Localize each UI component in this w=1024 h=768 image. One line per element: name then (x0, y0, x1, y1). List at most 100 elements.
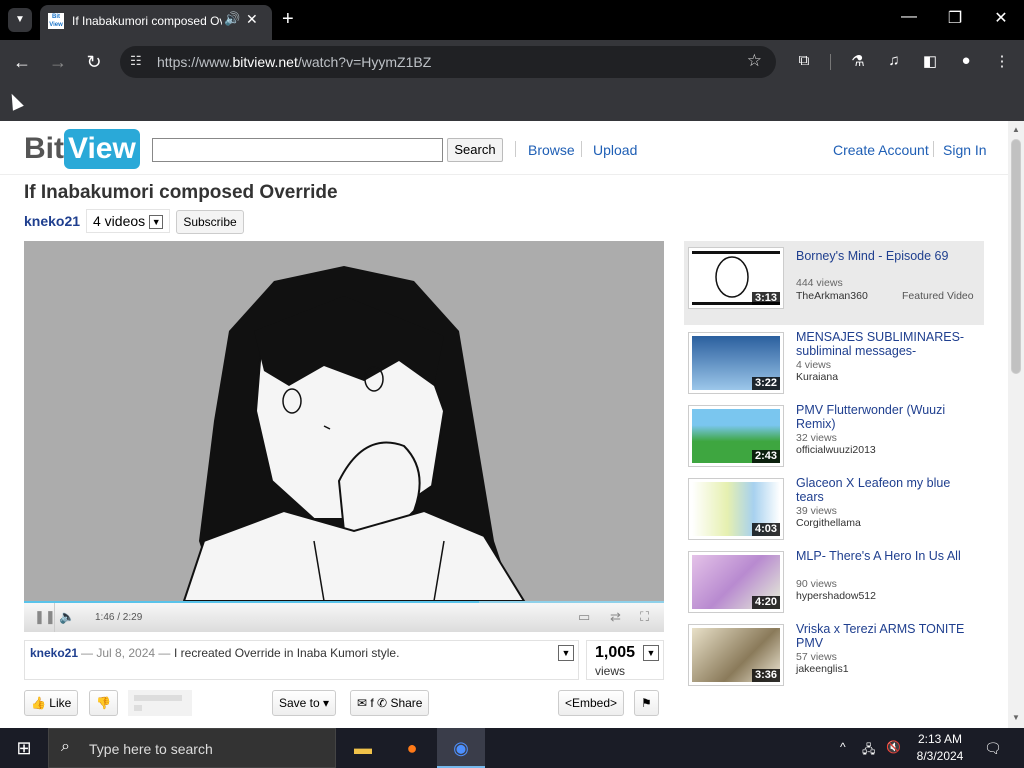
firefox-icon[interactable]: ● (388, 728, 436, 768)
related-video[interactable]: 2:43 PMV Flutterwonder (Wuuzi Remix) 32 … (684, 399, 984, 469)
maximize-icon[interactable]: ❐ (940, 8, 970, 28)
media-control-icon[interactable]: ♫ (884, 52, 904, 69)
notifications-icon[interactable]: 🗨 (984, 740, 1002, 757)
chevron-down-icon: ▼ (149, 215, 164, 230)
bitview-logo[interactable]: Bit View (24, 129, 140, 169)
minimize-icon[interactable]: — (894, 8, 924, 26)
related-video-title[interactable]: Vriska x Terezi ARMS TONITE PMV (796, 622, 978, 650)
labs-flask-icon[interactable]: ⚗ (848, 52, 868, 70)
favicon: Bit View (48, 13, 64, 29)
related-video-author[interactable]: Corgithellama (796, 517, 861, 529)
related-video-author[interactable]: Kuraiana (796, 371, 838, 383)
video-thumbnail[interactable]: 3:13 (688, 247, 784, 309)
related-video-title[interactable]: Borney's Mind - Episode 69 (796, 249, 978, 263)
windows-start-icon[interactable]: ⊞ (0, 728, 48, 768)
like-button[interactable]: 👍 Like (24, 690, 79, 716)
volume-muted-icon[interactable]: 🔇 (886, 740, 901, 754)
header-separator (581, 141, 582, 157)
related-video-title[interactable]: MLP- There's A Hero In Us All (796, 549, 978, 563)
file-explorer-icon[interactable]: ▬ (339, 728, 387, 768)
video-thumbnail[interactable]: 4:20 (688, 551, 784, 613)
search-input[interactable] (152, 138, 443, 162)
uploader-link[interactable]: kneko21 (24, 213, 80, 229)
video-description: I recreated Override in Inaba Kumori sty… (174, 646, 400, 660)
scrollbar-thumb[interactable] (1011, 139, 1021, 374)
related-video-author[interactable]: officialwuuzi2013 (796, 444, 876, 456)
profile-icon[interactable]: ● (956, 52, 976, 69)
fullscreen-icon[interactable]: ⛶ (640, 609, 649, 625)
related-video-views: 444 views (796, 277, 843, 289)
related-video-author[interactable]: hypershadow512 (796, 590, 876, 602)
video-thumbnail[interactable]: 3:36 (688, 624, 784, 686)
views-label: views (595, 664, 626, 678)
search-button[interactable]: Search (447, 138, 503, 162)
clock-date: 8/3/2024 (916, 749, 964, 763)
flag-button[interactable]: ⚑ (634, 690, 659, 716)
related-video-title[interactable]: PMV Flutterwonder (Wuuzi Remix) (796, 403, 978, 431)
resize-player-icon[interactable]: ▭ (578, 609, 590, 625)
back-icon[interactable]: ← (10, 50, 34, 74)
upload-link[interactable]: Upload (593, 142, 637, 158)
views-stats-icon[interactable]: ▼ (643, 645, 659, 661)
related-video-title[interactable]: Glaceon X Leafeon my blue tears (796, 476, 978, 504)
browser-tab[interactable]: BitView If Inabakumori composed Override… (40, 5, 272, 40)
extensions-icon[interactable]: ⧉ (794, 52, 814, 69)
video-thumbnail[interactable]: 4:03 (688, 478, 784, 540)
video-player[interactable] (24, 241, 664, 601)
related-video-views: 57 views (796, 651, 837, 663)
new-tab-icon[interactable]: + (282, 7, 294, 31)
window-close-icon[interactable]: ✕ (986, 8, 1016, 28)
reload-icon[interactable]: ↻ (82, 50, 106, 74)
embed-button[interactable]: <Embed> (558, 690, 625, 716)
chrome-icon[interactable]: ◉ (437, 728, 485, 768)
related-video-author[interactable]: TheArkman360 (796, 290, 868, 302)
expand-description-icon[interactable]: ▼ (558, 645, 574, 661)
tab-audio-icon[interactable]: 🔊 (224, 11, 240, 27)
tab-search-icon[interactable]: ▼ (8, 8, 32, 32)
windows-taskbar: ⊞ ⌕ Type here to search ▬ ● ◉ ^ 🖧 🔇 2:13… (0, 728, 1024, 768)
related-video[interactable]: 4:03 Glaceon X Leafeon my blue tears 39 … (684, 472, 984, 542)
related-video-author[interactable]: jakeenglis1 (796, 663, 849, 675)
featured-label: Featured Video (902, 290, 974, 302)
share-icon: ✉ f ✆ (357, 696, 391, 710)
address-bar[interactable]: ☷ https://www.bitview.net/watch?v=HyymZ1… (120, 46, 776, 78)
loop-icon[interactable]: ⇄ (610, 609, 621, 625)
site-info-icon[interactable]: ☷ (130, 53, 142, 69)
related-video[interactable]: 3:13 Borney's Mind - Episode 69 444 view… (684, 241, 984, 325)
related-video[interactable]: 3:22 MENSAJES SUBLIMINARES- subliminal m… (684, 326, 984, 396)
scroll-down-icon[interactable]: ▼ (1012, 713, 1020, 722)
volume-icon[interactable]: 🔈 (59, 609, 75, 625)
scroll-up-icon[interactable]: ▲ (1012, 125, 1020, 134)
tray-overflow-icon[interactable]: ^ (840, 740, 846, 754)
browse-link[interactable]: Browse (528, 142, 575, 158)
bookmark-star-icon[interactable]: ☆ (747, 51, 762, 71)
save-to-button[interactable]: Save to ▾ (272, 690, 337, 716)
related-video[interactable]: 3:36 Vriska x Terezi ARMS TONITE PMV 57 … (684, 618, 984, 688)
url-text[interactable]: https://www.bitview.net/watch?v=HyymZ1BZ (157, 54, 431, 70)
subscribe-button[interactable]: Subscribe (176, 210, 244, 234)
video-thumbnail[interactable]: 2:43 (688, 405, 784, 467)
info-uploader-link[interactable]: kneko21 (30, 646, 78, 660)
thumbs-up-icon: 👍 (31, 696, 50, 710)
player-controls: ❚❚ 🔈 1:46 / 2:29 ▭ ⇄ ⛶ (24, 601, 664, 632)
tab-close-icon[interactable]: ✕ (246, 11, 258, 28)
network-icon[interactable]: 🖧 (862, 740, 875, 761)
video-thumbnail[interactable]: 3:22 (688, 332, 784, 394)
related-video-title[interactable]: MENSAJES SUBLIMINARES- subliminal messag… (796, 330, 978, 358)
menu-dots-icon[interactable]: ⋮ (992, 52, 1012, 70)
video-duration: 3:22 (751, 377, 780, 390)
system-clock[interactable]: 2:13 AM 8/3/2024 (912, 731, 968, 765)
taskbar-search[interactable]: ⌕ Type here to search (48, 728, 336, 768)
dislike-button[interactable]: 👎 (89, 690, 118, 716)
related-video[interactable]: 4:20 MLP- There's A Hero In Us All 90 vi… (684, 545, 984, 615)
create-account-link[interactable]: Create Account (833, 142, 929, 158)
progress-bar-fill[interactable] (24, 601, 480, 603)
video-frame (182, 266, 526, 601)
share-button[interactable]: ✉ f ✆ Share (350, 690, 430, 716)
video-count-dropdown[interactable]: 4 videos ▼ (86, 209, 171, 233)
forward-icon[interactable]: → (46, 50, 70, 74)
pause-icon[interactable]: ❚❚ (34, 609, 56, 625)
side-panel-icon[interactable]: ◧ (920, 52, 940, 70)
page-scrollbar[interactable]: ▲ ▼ (1008, 121, 1024, 728)
sign-in-link[interactable]: Sign In (943, 142, 987, 158)
